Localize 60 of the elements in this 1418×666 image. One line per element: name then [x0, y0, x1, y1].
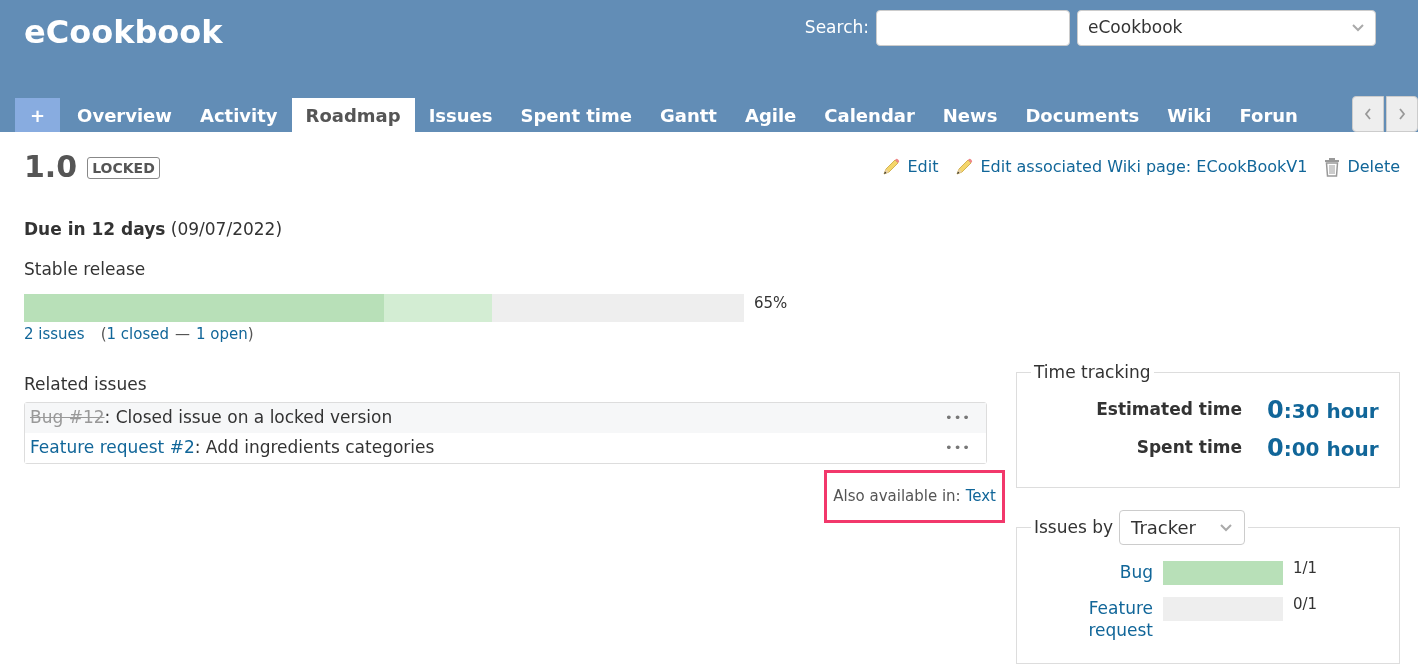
- issue-subject: : Add ingredients categories: [194, 436, 435, 460]
- edit-link[interactable]: Edit: [881, 154, 939, 179]
- nav-tab[interactable]: Issues: [414, 98, 507, 132]
- tracker-count: 1/1: [1293, 558, 1318, 579]
- time-label: Spent time: [1136, 436, 1242, 460]
- paren-text: ): [247, 324, 254, 345]
- site-title[interactable]: eCookbook: [24, 10, 223, 54]
- chevron-left-icon: [1363, 107, 1373, 121]
- time-value: 0:30 hour: [1267, 395, 1379, 426]
- nav-tab[interactable]: Overview: [63, 98, 186, 132]
- tracker-count: 0/1: [1293, 594, 1318, 615]
- issue-subject: : Closed issue on a locked version: [104, 406, 393, 430]
- version-description: Stable release: [24, 257, 147, 281]
- nav-tab[interactable]: Activity: [185, 98, 292, 132]
- actions-menu-button[interactable]: •••: [945, 408, 981, 428]
- time-value: 0:00 hour: [1267, 433, 1379, 464]
- nav-tab[interactable]: Spent time: [506, 98, 646, 132]
- tracker-select[interactable]: Tracker: [1119, 510, 1246, 545]
- new-button[interactable]: +: [15, 98, 61, 132]
- issue-link[interactable]: Bug #12: [30, 405, 105, 431]
- issue-link[interactable]: Feature request #2: [30, 435, 195, 461]
- issues-link[interactable]: 2 issues: [24, 323, 85, 346]
- chevron-down-icon: [1351, 23, 1365, 33]
- also-available-label: Also available in:: [833, 486, 961, 507]
- tracker-link[interactable]: Feature request: [1017, 597, 1153, 641]
- related-issues-title: Related issues: [24, 372, 148, 396]
- scroll-left-button[interactable]: [1352, 96, 1384, 132]
- trash-icon: [1323, 156, 1342, 177]
- search-field[interactable]: [876, 10, 1070, 46]
- edit-link[interactable]: Edit associated Wiki page: ECookBookV1: [954, 154, 1308, 179]
- dash-text: —: [175, 324, 190, 345]
- text-export-link[interactable]: Text: [965, 485, 996, 508]
- nav-tab[interactable]: Agile: [730, 98, 811, 132]
- progress-percent: 65%: [754, 294, 788, 312]
- issues-by-title: Issues by: [1034, 515, 1114, 539]
- actions-menu-button[interactable]: •••: [945, 438, 981, 458]
- pencil-icon: [881, 156, 902, 177]
- nav-tab[interactable]: News: [928, 98, 1012, 132]
- chevron-down-icon: [1219, 522, 1234, 533]
- search-label: Search:: [804, 16, 869, 40]
- pencil-icon: [954, 156, 975, 177]
- nav-tab[interactable]: Calendar: [810, 98, 929, 132]
- tracker-link[interactable]: Bug: [1017, 561, 1153, 583]
- time-tracking-title: Time tracking: [1033, 360, 1152, 384]
- project-select[interactable]: eCookbook: [1077, 10, 1376, 46]
- nav-tab[interactable]: Gantt: [646, 98, 731, 132]
- nav-tab[interactable]: Documents: [1011, 98, 1154, 132]
- paren-text: (: [100, 324, 107, 345]
- delete-link[interactable]: Delete: [1323, 154, 1400, 179]
- scroll-right-button[interactable]: [1386, 96, 1418, 132]
- nav-tab[interactable]: Roadmap: [291, 98, 415, 132]
- chevron-right-icon: [1397, 107, 1407, 121]
- due-date-text: Due in 12 days (09/07/2022): [24, 218, 284, 241]
- nav-tab[interactable]: Wiki: [1153, 98, 1226, 132]
- version-title: 1.0: [24, 148, 78, 186]
- open-issues-link[interactable]: 1 open: [196, 323, 248, 346]
- status-badge: LOCKED: [87, 156, 160, 179]
- closed-issues-link[interactable]: 1 closed: [106, 323, 169, 346]
- time-label: Estimated time: [1096, 398, 1242, 422]
- nav-tab[interactable]: Forun: [1225, 98, 1312, 132]
